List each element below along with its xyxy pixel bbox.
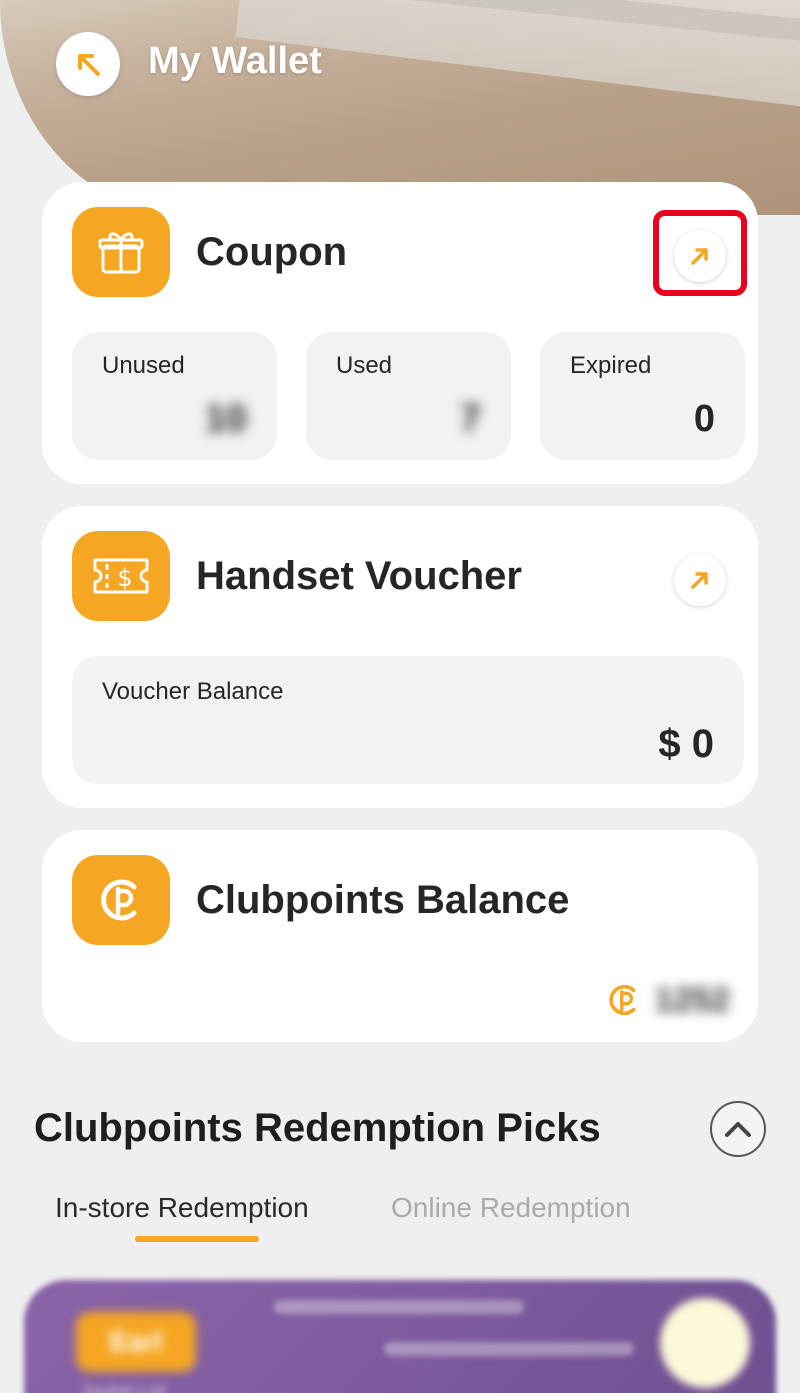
stat-label: Expired [570, 352, 652, 379]
stat-label: Used [336, 352, 393, 379]
back-button[interactable] [56, 32, 120, 96]
stat-used[interactable]: Used 7 [306, 332, 511, 460]
voucher-balance-box: Voucher Balance $ 0 [72, 656, 744, 784]
arrow-up-left-icon [78, 54, 100, 76]
clubpoints-logo-icon [101, 879, 137, 921]
coupon-icon-tile [72, 207, 170, 297]
redemption-offer-card[interactable]: Earl Jasbit Ltd [24, 1280, 776, 1393]
stat-value: 0 [693, 398, 715, 440]
voucher-open-button[interactable] [674, 554, 726, 606]
voucher-balance-label: Voucher Balance [102, 678, 284, 705]
clubpoints-card: Clubpoints Balance 1252 [42, 830, 758, 1042]
voucher-balance-value: $ 0 [658, 722, 714, 766]
stat-value: 10 [204, 398, 247, 440]
stat-expired[interactable]: Expired 0 [540, 332, 745, 460]
stat-value: 7 [459, 398, 481, 440]
redemption-section-title: Clubpoints Redemption Picks [34, 1106, 601, 1150]
svg-text:$: $ [117, 564, 132, 592]
gift-icon [98, 232, 144, 274]
stat-unused[interactable]: Unused 10 [72, 332, 277, 460]
coupon-card: Coupon Unused 10 Used 7 Expired 0 [42, 182, 758, 484]
clubpoints-balance: 1252 [604, 978, 730, 1022]
offer-tag: Earl [76, 1312, 196, 1372]
active-tab-indicator [135, 1236, 259, 1242]
tab-in-store-redemption[interactable]: In-store Redemption [55, 1192, 309, 1224]
collapse-button[interactable] [710, 1101, 766, 1157]
stat-label: Unused [102, 352, 185, 379]
clubpoints-coin-icon [609, 984, 636, 1016]
coupon-title: Coupon [196, 230, 348, 274]
clubpoints-value: 1252 [654, 980, 730, 1019]
offer-subtitle: Jasbit Ltd [80, 1382, 166, 1393]
ticket-dollar-icon: $ [93, 558, 149, 594]
highlight-box [653, 210, 747, 296]
clubpoints-icon-tile [72, 855, 170, 945]
page-title: My Wallet [148, 40, 322, 82]
voucher-card: $ Handset Voucher Voucher Balance $ 0 [42, 506, 758, 808]
voucher-icon-tile: $ [72, 531, 170, 621]
offer-text-line [274, 1300, 524, 1314]
offer-text-line [384, 1342, 634, 1356]
tab-online-redemption[interactable]: Online Redemption [391, 1192, 631, 1224]
clubpoints-title: Clubpoints Balance [196, 878, 570, 922]
arrow-up-right-icon [691, 572, 708, 589]
chevron-up-icon [725, 1122, 751, 1137]
voucher-title: Handset Voucher [196, 554, 522, 598]
offer-image [660, 1298, 750, 1388]
